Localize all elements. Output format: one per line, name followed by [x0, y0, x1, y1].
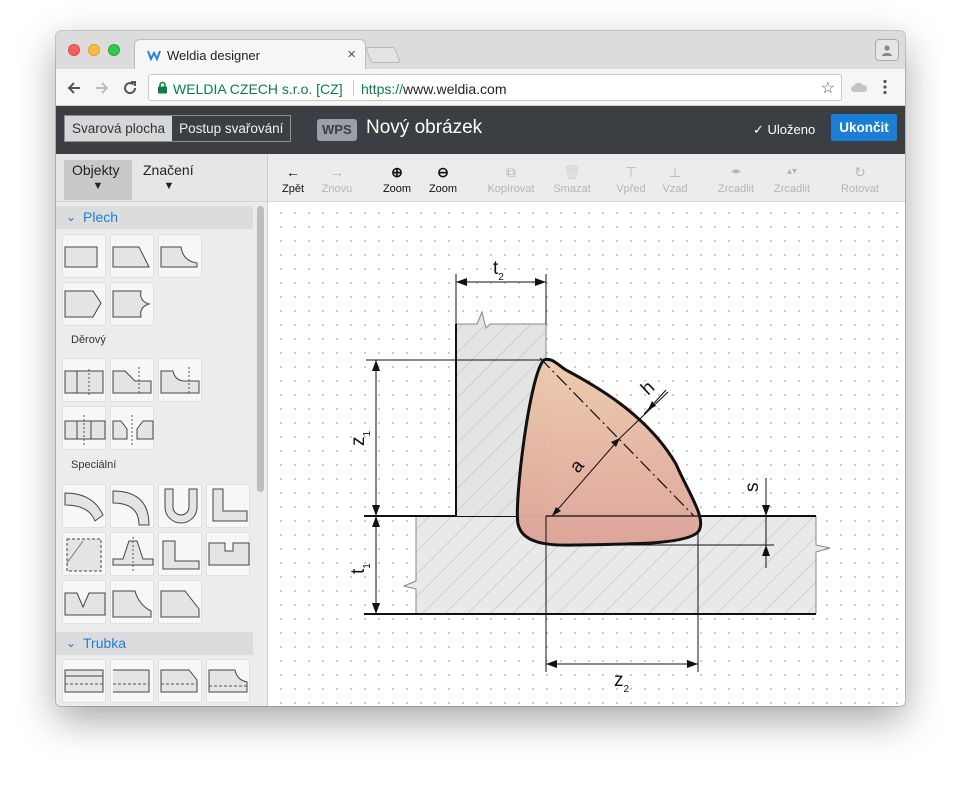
shape-tile-special-curve-step[interactable] [110, 580, 154, 624]
chevron-down-icon: ⌄ [66, 636, 77, 650]
shape-tile-special-bend[interactable] [62, 484, 106, 528]
rotate-icon: ↻ [854, 164, 866, 180]
redo-arrow-icon: → [330, 164, 344, 180]
copy-button[interactable]: ⧉ Kopírovat [484, 164, 538, 195]
dimension-t1[interactable] [372, 516, 380, 614]
tab-markings[interactable]: Značení ▼ [135, 160, 203, 200]
mirror-vertical-button[interactable]: ▴▾ Zrcadlit [765, 164, 819, 195]
sidebar-scrollbar[interactable] [257, 206, 264, 492]
section-title: Trubka [83, 635, 127, 651]
mode-welding-procedure-button[interactable]: Postup svařování [172, 116, 291, 141]
shape-tile-tube-straight[interactable] [62, 659, 106, 703]
shape-tile-hole-j-groove[interactable] [158, 358, 202, 402]
send-backward-button[interactable]: ⊥ Vzad [648, 164, 702, 195]
shape-tile-plate-double-chamfer[interactable] [62, 282, 106, 326]
objects-sidebar: Objekty ▼ Značení ▼ ⌄ Plech Děrový Speci… [56, 154, 268, 706]
shape-tile-tube-end[interactable] [110, 659, 154, 703]
label-z2: z2 [614, 670, 630, 695]
wps-badge: WPS [317, 119, 357, 141]
back-arrow-icon[interactable] [64, 78, 84, 98]
bookmark-star-icon[interactable]: ☆ [821, 78, 835, 98]
mirror-vertical-icon: ▴▾ [786, 166, 798, 177]
shape-tile-special-l-profile[interactable] [206, 484, 250, 528]
section-plech[interactable]: ⌄ Plech [56, 206, 253, 229]
mirror-horizontal-button[interactable]: ◂▸ Zrcadlit [709, 164, 763, 195]
minimize-window-button[interactable] [88, 44, 100, 56]
saved-status: ✓ Uloženo [753, 122, 816, 137]
copy-icon: ⧉ [506, 164, 516, 180]
label-s: s [742, 483, 763, 493]
zoom-out-icon: ⊖ [437, 164, 449, 180]
shape-tile-special-flange[interactable] [110, 532, 154, 576]
secure-origin-label: WELDIA CZECH s.r.o. [CZ] [173, 81, 343, 97]
section-trubka[interactable]: ⌄ Trubka [56, 632, 253, 655]
weld-drawing[interactable]: t2 z1 t1 z2 h a s [268, 202, 905, 706]
label-t2: t2 [493, 258, 504, 283]
document-title[interactable]: Nový obrázek [366, 117, 482, 139]
mirror-horizontal-icon: ◂▸ [730, 166, 742, 177]
profile-icon[interactable] [875, 39, 899, 61]
tab-bar: Weldia designer × [56, 31, 905, 69]
browser-tab[interactable]: Weldia designer × [134, 39, 366, 69]
app-header: Svarová plocha Postup svařování WPS Nový… [56, 106, 905, 154]
label-z1: z1 [348, 431, 373, 447]
subsection-title: Speciální [71, 459, 117, 471]
maximize-window-button[interactable] [108, 44, 120, 56]
rotate-button[interactable]: ↻ Rotovat [833, 164, 887, 195]
shape-tile-special-crossed[interactable] [62, 532, 106, 576]
editor-toolbar: ← Zpět → Znovu ⊕ Zoom ⊖ Zoom ⧉ Kopírovat… [268, 154, 905, 202]
shape-tile-hole-chamfer[interactable] [110, 358, 154, 402]
weldia-favicon-icon [147, 48, 161, 62]
browser-window: Weldia designer × WELDIA CZECH s.r.o. [C… [56, 31, 905, 706]
shape-tile-tube-j-groove[interactable] [206, 659, 250, 703]
mode-toggle: Svarová plocha Postup svařování [64, 115, 292, 142]
trash-icon: 🗑 [563, 164, 581, 180]
forward-arrow-icon[interactable] [92, 78, 112, 98]
url-text[interactable]: https://www.weldia.com [361, 81, 507, 97]
shape-tile-special-slot[interactable] [206, 532, 250, 576]
reload-icon[interactable] [120, 78, 140, 98]
zoom-out-button[interactable]: ⊖ Zoom [416, 164, 470, 195]
new-tab-button[interactable] [365, 47, 401, 63]
chevron-down-icon: ▼ [163, 180, 175, 192]
label-h: h [637, 377, 659, 400]
redo-button[interactable]: → Znovu [310, 164, 364, 195]
close-window-button[interactable] [68, 44, 80, 56]
shape-tile-plate-double-j[interactable] [110, 282, 154, 326]
mode-weld-area-button[interactable]: Svarová plocha [65, 116, 173, 141]
shape-tile-plate-square[interactable] [62, 234, 106, 278]
tab-title: Weldia designer [167, 48, 260, 63]
shape-tile-hole-countersink[interactable] [110, 406, 154, 450]
delete-button[interactable]: 🗑 Smazat [545, 164, 599, 195]
shape-tile-special-step[interactable] [158, 532, 202, 576]
section-title: Plech [83, 209, 119, 225]
shape-tile-special-u-bend[interactable] [158, 484, 202, 528]
tab-objects[interactable]: Objekty ▼ [64, 160, 132, 200]
tab-close-icon[interactable]: × [347, 46, 356, 63]
subsection-title: Děrový [71, 334, 106, 346]
label-t1: t1 [348, 563, 373, 574]
drawing-canvas[interactable]: t2 z1 t1 z2 h a s [268, 202, 905, 706]
finish-button[interactable]: Ukončit [831, 114, 897, 141]
kebab-menu-icon[interactable] [882, 79, 888, 100]
address-bar: WELDIA CZECH s.r.o. [CZ] https://www.wel… [56, 69, 905, 106]
fillet-weld[interactable] [515, 357, 703, 672]
shape-tile-tube-chamfer[interactable] [158, 659, 202, 703]
shape-tile-plate-chamfer[interactable] [110, 234, 154, 278]
url-omnibox[interactable]: WELDIA CZECH s.r.o. [CZ] https://www.wel… [148, 74, 842, 101]
chevron-down-icon: ▼ [92, 180, 104, 192]
chevron-down-icon: ⌄ [66, 210, 77, 224]
shape-tile-special-ramp[interactable] [158, 580, 202, 624]
omnibox-separator [353, 80, 354, 96]
shape-tile-special-v-notch[interactable] [62, 580, 106, 624]
shape-tile-hole-square[interactable] [62, 358, 106, 402]
shape-tile-hole-through[interactable] [62, 406, 106, 450]
send-backward-icon: ⊥ [668, 164, 682, 180]
shape-tile-plate-j-groove[interactable] [158, 234, 202, 278]
cloud-extension-icon[interactable] [850, 79, 868, 100]
shape-tile-special-elbow[interactable] [110, 484, 154, 528]
sidebar-tabs: Objekty ▼ Značení ▼ [56, 154, 267, 202]
lock-icon [157, 81, 168, 99]
